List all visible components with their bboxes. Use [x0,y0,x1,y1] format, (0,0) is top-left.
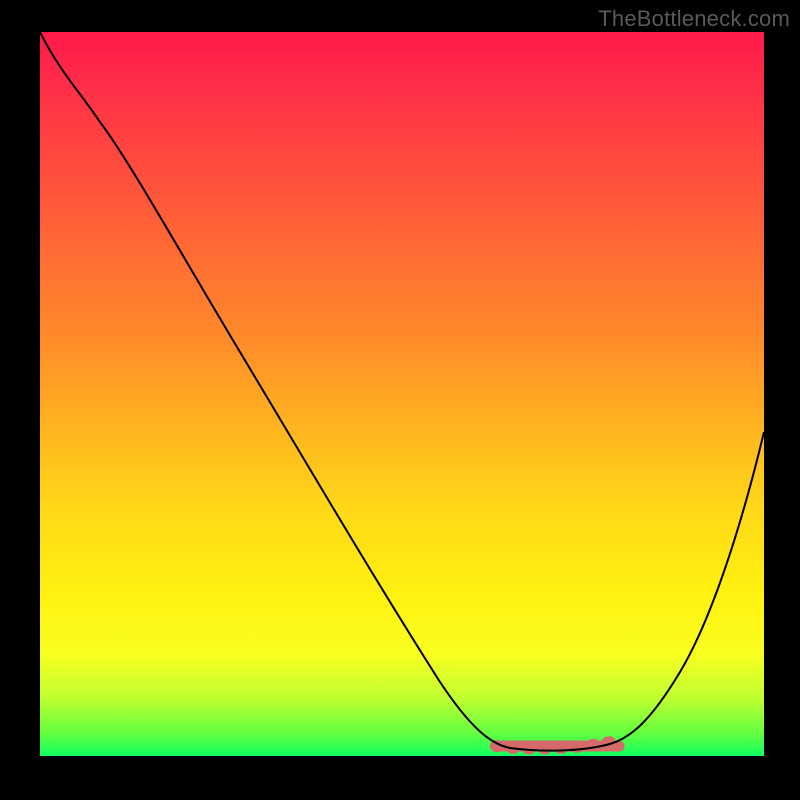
bottleneck-curve [40,32,764,751]
curve-svg [40,32,764,756]
chart-container: TheBottleneck.com [0,0,800,800]
watermark-text: TheBottleneck.com [598,6,790,32]
